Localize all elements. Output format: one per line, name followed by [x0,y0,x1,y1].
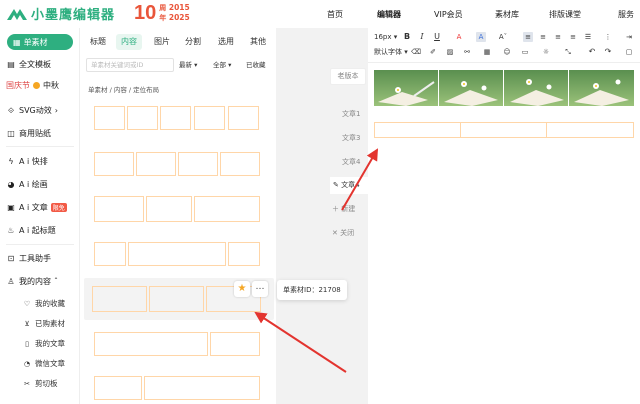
app-root: 小墨鹰编辑器 10 周 2015 年 2025 首页 编辑器 VIP会员 素材库… [0,0,640,404]
annotation-arrows [254,148,379,373]
